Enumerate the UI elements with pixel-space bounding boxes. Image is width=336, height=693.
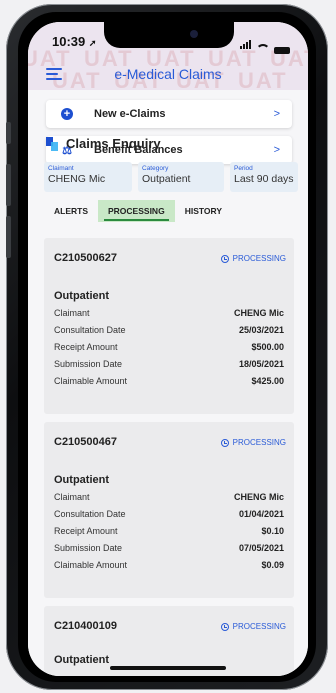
status-badge: PROCESSING [220, 622, 286, 631]
tab-alerts[interactable]: ALERTS [44, 200, 98, 222]
status-icons [240, 36, 290, 54]
home-indicator[interactable] [110, 666, 226, 670]
section-title: Claims Enquiry [66, 136, 161, 151]
claim-category: Outpatient [54, 474, 109, 486]
clock-icon [220, 438, 229, 447]
status-badge: PROCESSING [220, 254, 286, 263]
new-eclaims-button[interactable]: + New e-Claims > [46, 100, 292, 128]
chevron-right-icon: > [273, 108, 280, 120]
chevron-right-icon: > [273, 144, 280, 156]
volume-up-button [6, 164, 11, 206]
field-row: Claimable Amount $425.00 [54, 376, 284, 386]
camera [190, 30, 198, 38]
brand-icon [46, 136, 58, 151]
status-badge: PROCESSING [220, 438, 286, 447]
field-row: Receipt Amount $0.10 [54, 526, 284, 536]
field-row: Consultation Date 25/03/2021 [54, 325, 284, 335]
tab-bar: ALERTS PROCESSING HISTORY [44, 200, 232, 222]
field-row: Receipt Amount $500.00 [54, 342, 284, 352]
claim-number: C210500627 [54, 252, 118, 264]
claim-card[interactable]: C210500627 PROCESSING Outpatient Claiman… [44, 238, 294, 414]
filter-claimant[interactable]: Claimant CHENG Mic [44, 162, 132, 192]
field-row: Claimant CHENG Mic [54, 308, 284, 318]
page-title: e-Medical Claims [114, 66, 222, 82]
claim-category: Outpatient [54, 654, 109, 666]
phone-frame: UAT UAT UAT UAT UAT UAT UAT UAT UAT 10:3… [6, 4, 328, 690]
signal-icon [240, 36, 252, 54]
claim-number: C210400109 [54, 620, 118, 632]
field-row: Claimable Amount $0.09 [54, 560, 284, 570]
claim-number: C210500467 [54, 436, 118, 448]
mute-switch [6, 122, 11, 144]
tab-history[interactable]: HISTORY [175, 200, 232, 222]
clock-icon [220, 254, 229, 263]
field-row: Submission Date 07/05/2021 [54, 543, 284, 553]
clock-icon [220, 622, 229, 631]
battery-icon [274, 47, 290, 54]
plus-circle-icon: + [61, 108, 73, 120]
field-row: Claimant CHENG Mic [54, 492, 284, 502]
field-row: Consultation Date 01/04/2021 [54, 509, 284, 519]
filter-period[interactable]: Period Last 90 days [230, 162, 298, 192]
claim-card[interactable]: C210500467 PROCESSING Outpatient Claiman… [44, 422, 294, 598]
filter-bar: Claimant CHENG Mic Category Outpatient P… [44, 162, 298, 192]
field-row: Submission Date 18/05/2021 [54, 359, 284, 369]
section-header: Claims Enquiry [46, 136, 161, 151]
tab-processing[interactable]: PROCESSING [98, 200, 175, 222]
screen: UAT UAT UAT UAT UAT UAT UAT UAT UAT 10:3… [28, 22, 308, 676]
location-arrow-icon: ➚ [88, 38, 97, 48]
notch [104, 22, 234, 48]
filter-category[interactable]: Category Outpatient [138, 162, 224, 192]
volume-down-button [6, 216, 11, 258]
wifi-icon [256, 44, 270, 54]
claim-category: Outpatient [54, 290, 109, 302]
status-time: 10:39 ➚ [52, 34, 97, 49]
